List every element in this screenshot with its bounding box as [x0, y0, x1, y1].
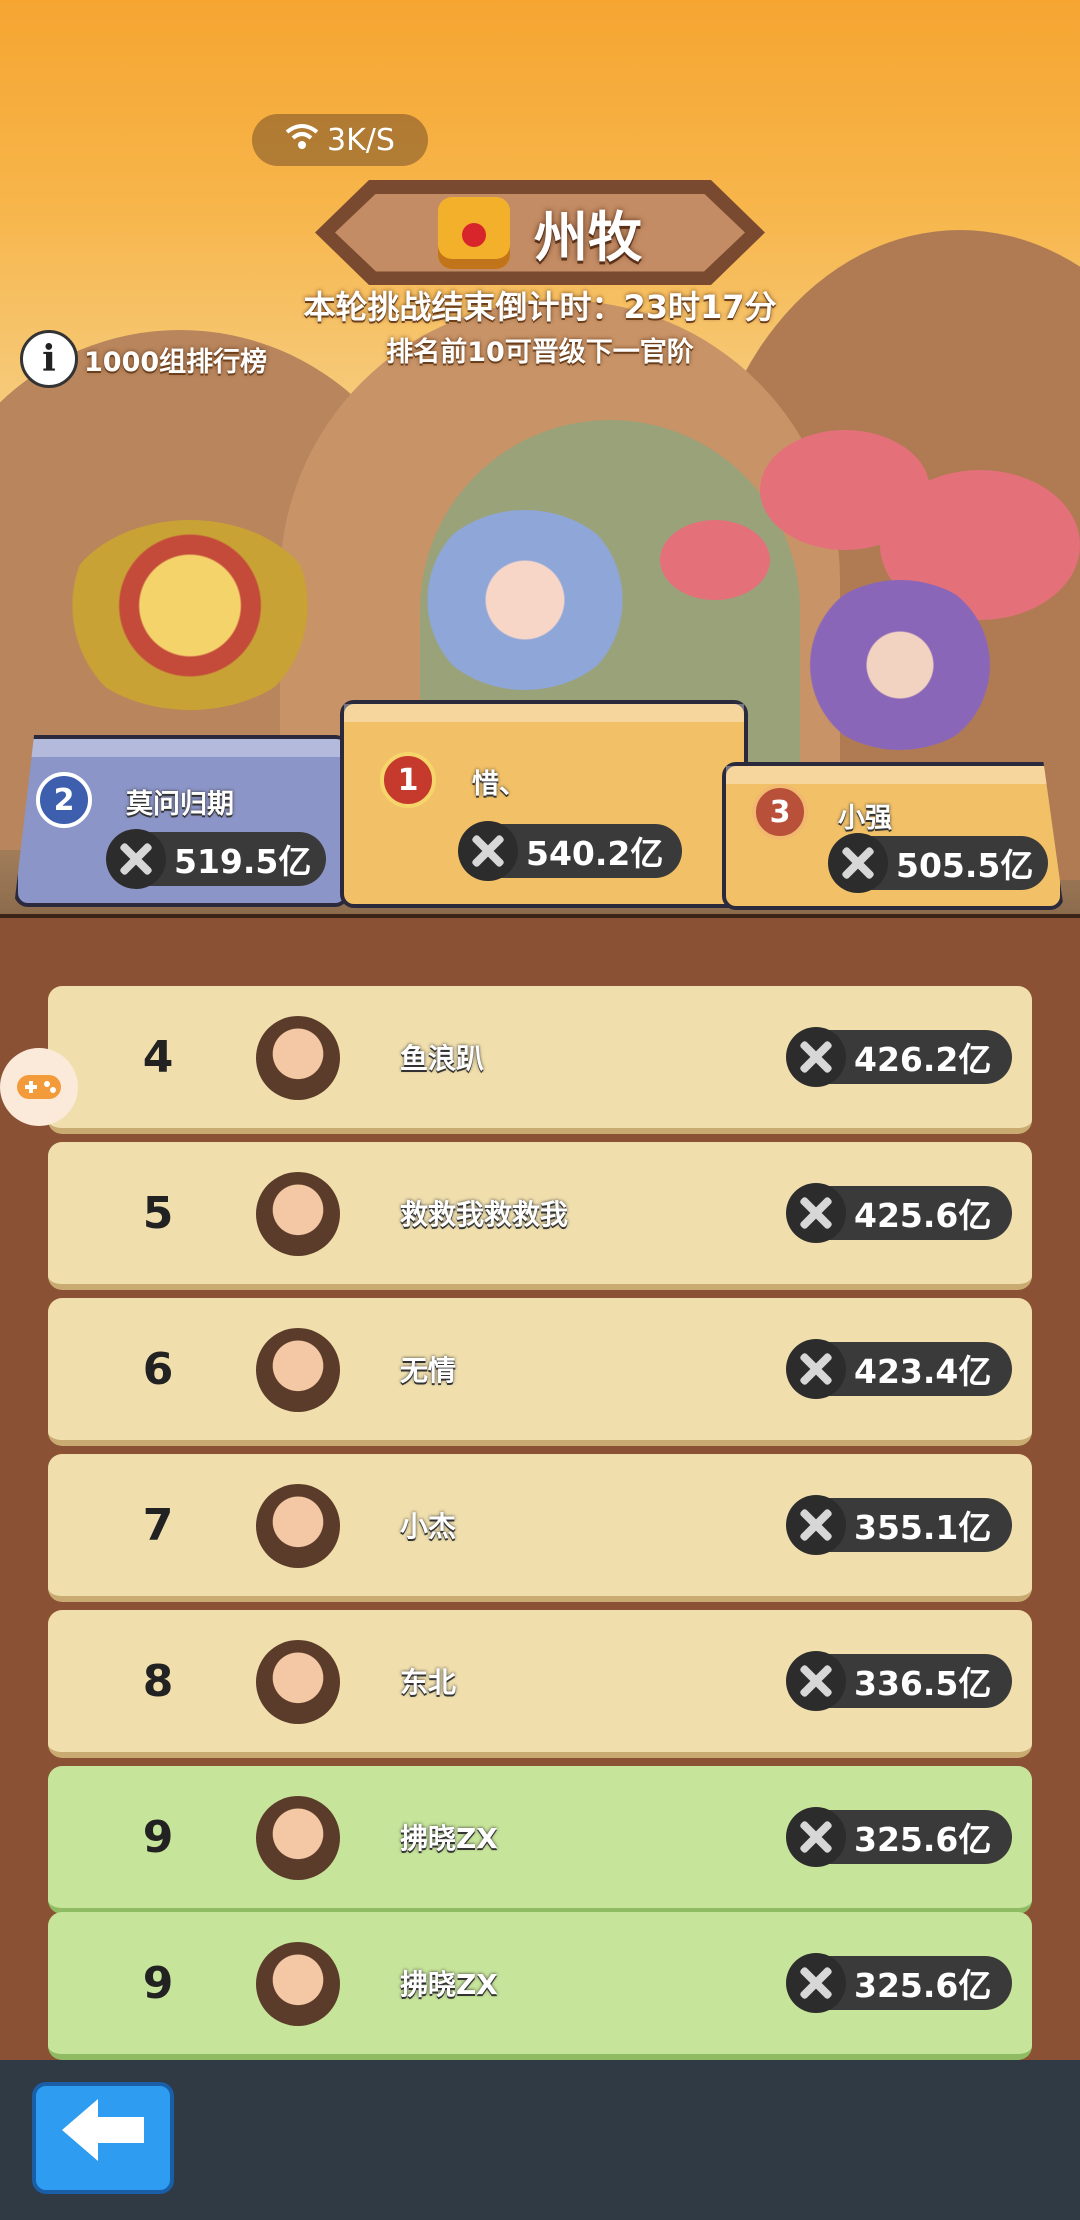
crossed-swords-icon — [786, 1027, 846, 1087]
leaderboard-row[interactable]: 8 东北 336.5亿 — [48, 1610, 1032, 1758]
avatar[interactable] — [256, 1172, 340, 1256]
leaderboard-row[interactable]: 5 救救我救救我 425.6亿 — [48, 1142, 1032, 1290]
rank-number: 9 — [142, 1811, 174, 1863]
power-value: 505.5亿 — [896, 846, 1034, 885]
power-badge: 425.6亿 — [786, 1183, 1012, 1243]
leaderboard-row[interactable]: 6 无情 423.4亿 — [48, 1298, 1032, 1446]
seal-icon — [438, 196, 510, 269]
crossed-swords-icon — [828, 833, 888, 893]
power-badge: 505.5亿 — [828, 833, 1048, 893]
crossed-swords-icon — [786, 1183, 846, 1243]
power-value: 336.5亿 — [854, 1664, 992, 1703]
power-value: 425.6亿 — [854, 1196, 992, 1235]
leaderboard-row-self[interactable]: 9 拂晓ZX 325.6亿 — [48, 1766, 1032, 1914]
group-info[interactable]: i 1000组排行榜 — [20, 330, 267, 388]
wifi-icon — [285, 122, 319, 158]
player-name: 拂晓ZX — [400, 1822, 498, 1855]
arrow-left-icon — [58, 2095, 148, 2182]
power-badge: 355.1亿 — [786, 1495, 1012, 1555]
gamepad-icon[interactable] — [0, 1048, 78, 1126]
power-value: 355.1亿 — [854, 1508, 992, 1547]
avatar[interactable] — [256, 1016, 340, 1100]
leaderboard-row-self-pinned[interactable]: 9 拂晓ZX 325.6亿 — [48, 1912, 1032, 2060]
player-name: 拂晓ZX — [400, 1968, 498, 2001]
avatar[interactable] — [256, 1484, 340, 1568]
rank-number: 6 — [142, 1343, 174, 1395]
crossed-swords-icon — [786, 1495, 846, 1555]
rank-number: 5 — [142, 1187, 174, 1239]
tree-decoration — [660, 520, 770, 600]
crossed-swords-icon — [786, 1651, 846, 1711]
crossed-swords-icon — [786, 1339, 846, 1399]
info-icon[interactable]: i — [20, 330, 78, 388]
player-name: 无情 — [400, 1354, 457, 1387]
power-badge: 336.5亿 — [786, 1651, 1012, 1711]
power-value: 519.5亿 — [174, 842, 312, 881]
rank-3-character[interactable] — [800, 580, 1000, 750]
power-badge: 325.6亿 — [786, 1807, 1012, 1867]
leaderboard-row[interactable]: 7 小杰 355.1亿 — [48, 1454, 1032, 1602]
bottom-bar — [0, 2060, 1080, 2220]
power-value: 325.6亿 — [854, 1966, 992, 2005]
power-value: 540.2亿 — [526, 834, 664, 873]
avatar[interactable] — [256, 1328, 340, 1412]
rank-badge: 1 — [380, 752, 436, 808]
rank-badge: 3 — [752, 784, 808, 840]
player-name: 鱼浪趴 — [400, 1042, 485, 1075]
power-badge: 519.5亿 — [106, 829, 326, 889]
crossed-swords-icon — [786, 1807, 846, 1867]
podium-player-name: 惜、 — [472, 769, 526, 800]
rank-number: 7 — [142, 1499, 174, 1551]
power-badge: 426.2亿 — [786, 1027, 1012, 1087]
player-name: 救救我救救我 — [400, 1198, 569, 1231]
power-value: 426.2亿 — [854, 1040, 992, 1079]
rank-number: 8 — [142, 1655, 174, 1707]
page-title: 州牧 — [534, 206, 642, 269]
rank-number: 9 — [142, 1957, 174, 2009]
network-speed-text: 3K/S — [327, 122, 395, 158]
power-badge: 540.2亿 — [458, 821, 682, 881]
group-label: 1000组排行榜 — [84, 346, 268, 378]
podium-player-name: 小强 — [838, 803, 892, 834]
rank-1-character[interactable] — [420, 510, 630, 690]
player-name: 小杰 — [400, 1510, 457, 1543]
player-name: 东北 — [400, 1666, 457, 1699]
power-badge: 423.4亿 — [786, 1339, 1012, 1399]
power-value: 325.6亿 — [854, 1820, 992, 1859]
crossed-swords-icon — [786, 1953, 846, 2013]
podium-player-name: 莫问归期 — [126, 789, 234, 820]
power-value: 423.4亿 — [854, 1352, 992, 1391]
power-badge: 325.6亿 — [786, 1953, 1012, 2013]
rank-number: 4 — [142, 1031, 174, 1083]
avatar[interactable] — [256, 1942, 340, 2026]
rank-title-banner: 州牧 — [315, 180, 765, 285]
leaderboard-panel[interactable]: 4 鱼浪趴 426.2亿 5 救救我救救我 425.6亿 6 无情 423.4亿… — [0, 914, 1080, 2060]
crossed-swords-icon — [458, 821, 518, 881]
leaderboard-row[interactable]: 4 鱼浪趴 426.2亿 — [48, 986, 1032, 1134]
network-speed-indicator: 3K/S — [252, 114, 428, 166]
avatar[interactable] — [256, 1796, 340, 1880]
countdown-text: 本轮挑战结束倒计时：23时17分 — [303, 288, 777, 326]
back-button[interactable] — [32, 2082, 174, 2194]
rank-2-character[interactable] — [60, 520, 320, 710]
crossed-swords-icon — [106, 829, 166, 889]
avatar[interactable] — [256, 1640, 340, 1724]
rank-badge: 2 — [36, 772, 92, 828]
